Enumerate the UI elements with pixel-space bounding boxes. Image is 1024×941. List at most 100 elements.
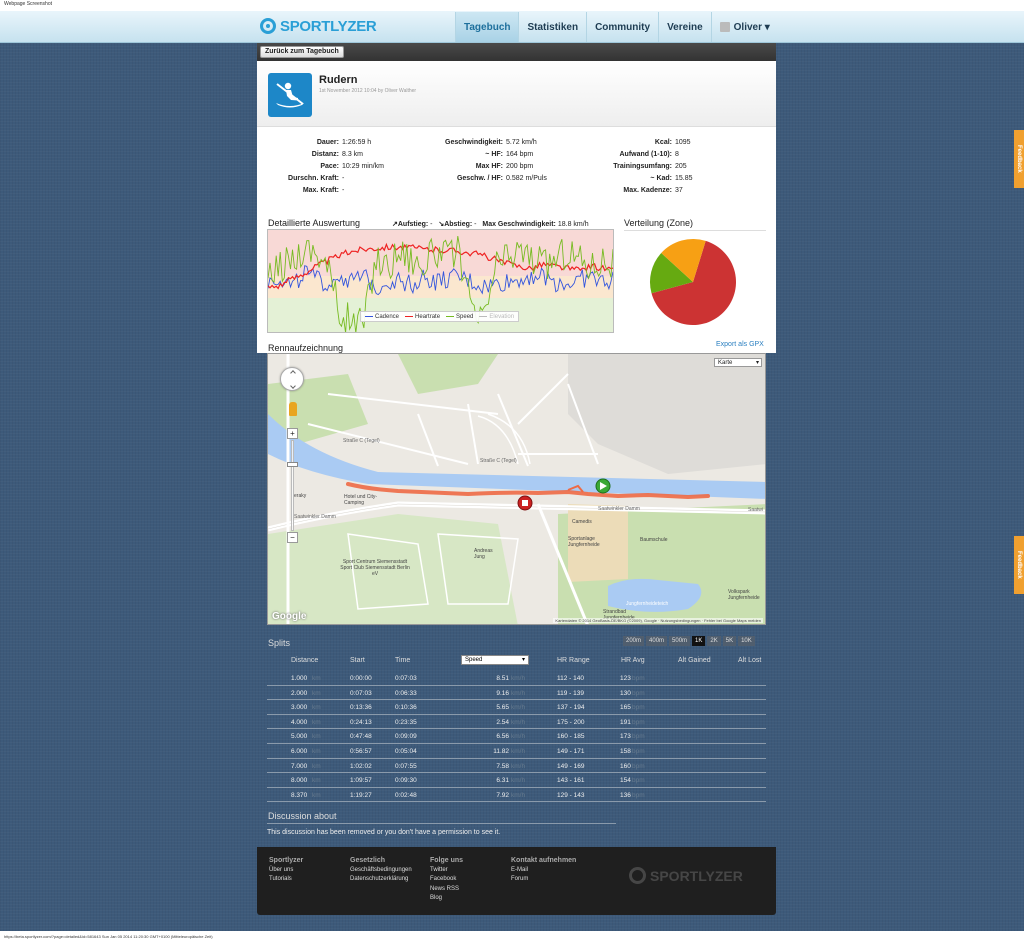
google-logo: Google [272, 611, 307, 622]
nav-community[interactable]: Community [586, 12, 658, 42]
split-hr-range: 149 - 169 [557, 762, 585, 770]
legend-swatch [479, 315, 488, 318]
feedback-tab-top[interactable]: Feedback [1014, 130, 1024, 188]
split-hr-avg: 136 [620, 791, 631, 799]
detail-meta: ↗Aufstieg: - ↘Abstieg: - Max Geschwindig… [392, 220, 589, 228]
unit-bpm: bpm [632, 762, 645, 770]
hr-zone-band [268, 276, 613, 298]
map-zoom-in-button[interactable]: + [287, 428, 298, 439]
export-gpx-link[interactable]: Export als GPX [716, 341, 764, 348]
footer-link[interactable]: Datenschutzerklärung [350, 875, 412, 885]
split-interval-1k[interactable]: 1K [692, 636, 706, 646]
split-interval-2k[interactable]: 2K [707, 636, 721, 646]
footer-column: Gesetzlich Geschäftsbedingungen Datenschut… [350, 856, 412, 885]
stat-label: Geschwindigkeit: [445, 139, 503, 146]
split-interval-5k[interactable]: 5K [722, 636, 737, 646]
max-speed-value: 18.8 km/h [557, 221, 589, 228]
footer-link[interactable]: Twitter [430, 866, 463, 876]
detail-title: Detaillierte Auswertung [268, 218, 361, 228]
nav-statistiken[interactable]: Statistiken [518, 12, 586, 42]
distribution-divider [624, 230, 766, 231]
split-start: 0:07:03 [350, 689, 372, 697]
screenshot-header: Webpage Screenshot [0, 0, 1024, 11]
nav-tagebuch[interactable]: Tagebuch [455, 12, 519, 42]
unit-bpm: bpm [632, 689, 645, 697]
unit-kmh: km/h [511, 704, 526, 712]
stat-row: Trainingsumfang: 205 [597, 161, 693, 173]
col-hr-range: HR Range [557, 657, 590, 664]
ascent-label: ↗Aufstieg: [392, 221, 429, 228]
stat-value: - [342, 175, 345, 182]
legend-item[interactable]: Cadence [365, 314, 399, 320]
splits-table-body: 1.000 0:00:00 0:07:03 8.51 112 - 140 123 km km/… [267, 671, 766, 803]
footer-link[interactable]: News RSS [430, 885, 463, 895]
table-row: 1.000 0:00:00 0:07:03 8.51 112 - 140 123 km km/… [267, 671, 766, 686]
split-time: 0:02:48 [395, 791, 417, 799]
legend-item[interactable]: Elevation [479, 314, 514, 320]
unit-kmh: km/h [511, 791, 526, 799]
split-interval-500m[interactable]: 500m [669, 636, 691, 646]
split-interval-10k[interactable]: 10K [738, 636, 755, 646]
footer-link[interactable]: Geschäftsbedingungen [350, 866, 412, 876]
stat-row: Aufwand (1-10): 8 [597, 149, 693, 161]
map-pan-control[interactable] [280, 367, 304, 391]
max-speed-label: Max Geschwindigkeit: [482, 221, 556, 228]
legend-item[interactable]: Heartrate [405, 314, 440, 320]
map-zoom-out-button[interactable]: − [287, 532, 298, 543]
split-metric-select[interactable]: Speed [461, 655, 529, 665]
footer-link[interactable]: Blog [430, 894, 463, 904]
route-end-marker[interactable] [517, 495, 533, 511]
col-hr-avg: HR Avg [621, 657, 645, 664]
footer-link[interactable]: Forum [511, 875, 576, 885]
unit-bpm: bpm [632, 777, 645, 785]
stat-row: Distanz: 8.3 km [269, 149, 384, 161]
footer-link[interactable]: E-Mail [511, 866, 576, 876]
nav-vereine[interactable]: Vereine [658, 12, 711, 42]
split-time: 0:23:35 [395, 718, 417, 726]
map-attribution[interactable]: Kartendaten © 2014 GeoBasis-DE/BKG (©200… [553, 618, 763, 623]
street-view-pegman-icon[interactable] [289, 402, 297, 416]
stat-row: Geschw. / HF: 0.582 m/Puls [427, 173, 547, 185]
split-distance: 1.000 [291, 675, 308, 682]
table-row: 8.370 1:19:27 0:02:48 7.92 129 - 143 136 km km/… [267, 788, 766, 803]
table-row: 6.000 0:56:57 0:05:04 11.82 149 - 171 158 km km… [267, 744, 766, 759]
nav-user-menu[interactable]: Oliver ▾ [710, 12, 778, 42]
zone-pie-chart[interactable] [649, 238, 737, 326]
split-speed: 8.51 [496, 675, 509, 682]
unit-kmh: km/h [511, 689, 526, 697]
stat-value: 1095 [675, 139, 691, 146]
footer-link[interactable]: Über uns [269, 866, 303, 876]
footer-link[interactable]: Facebook [430, 875, 463, 885]
chart-legend: Cadence Heartrate Speed Elevation [360, 311, 520, 322]
stat-label: Max. Kraft: [302, 187, 339, 194]
unit-kmh: km/h [511, 747, 526, 755]
detail-chart[interactable]: Cadence Heartrate Speed Elevation [267, 229, 614, 333]
split-interval-200m[interactable]: 200m [623, 636, 645, 646]
legend-item[interactable]: Speed [446, 314, 473, 320]
stat-label: Kcal: [654, 139, 672, 146]
col-alt-gained: Alt Gained [678, 657, 711, 664]
stat-row: Max HF: 200 bpm [427, 161, 547, 173]
col-distance: Distance [291, 657, 319, 664]
map-zoom-knob[interactable] [287, 462, 298, 467]
route-map[interactable]: + − Karte Saatwinkler Damm Saatwinkler D… [267, 353, 766, 625]
sportlyzer-logo[interactable]: SPORTLYZER [260, 15, 377, 37]
back-to-diary-button[interactable]: Zurück zum Tagebuch [260, 46, 344, 58]
footer-link[interactable]: Tutorials [269, 875, 303, 885]
map-label-baumschule: Baumschule [640, 537, 668, 543]
map-label-sportanlage: Sportanlage Jungfernheide [568, 536, 600, 548]
split-speed: 9.16 [496, 689, 509, 697]
map-type-select[interactable]: Karte [714, 358, 762, 367]
split-hr-avg: 158 [620, 747, 631, 755]
stat-row: Max. Kraft: - [269, 185, 384, 197]
stat-row: Pace: 10:29 min/km [269, 161, 384, 173]
stat-label: Max HF: [475, 163, 503, 170]
stat-label: Aufwand (1-10): [619, 151, 673, 158]
discussion-divider [267, 823, 616, 824]
split-interval-400m[interactable]: 400m [646, 636, 668, 646]
feedback-tab-bottom[interactable]: Feedback [1014, 536, 1024, 594]
stat-value: 15.85 [675, 175, 693, 182]
activity-subtitle: 1st November 2012 10:04 by Oliver Walthe… [319, 88, 417, 94]
route-start-marker[interactable] [595, 478, 611, 494]
top-strip: Zurück zum Tagebuch [257, 43, 776, 61]
